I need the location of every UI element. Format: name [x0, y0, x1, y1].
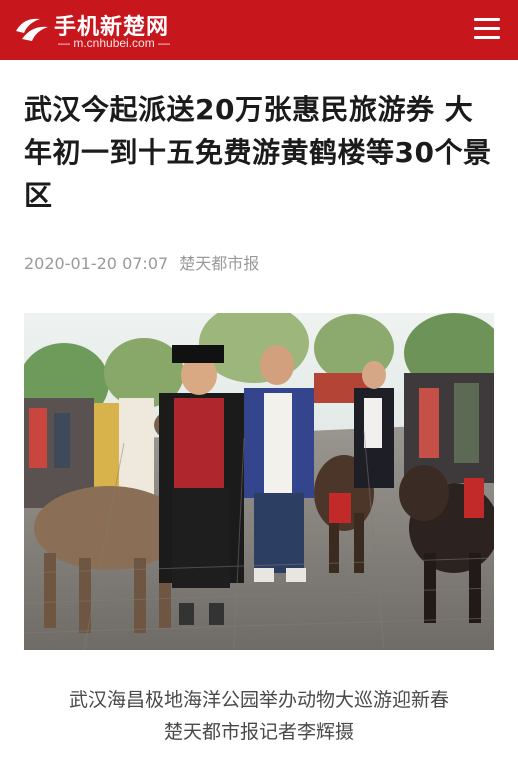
article-meta: 2020-01-20 07:07 楚天都市报 — [24, 250, 265, 274]
article-photo[interactable] — [24, 313, 494, 650]
caption-line-2: 楚天都市报记者李辉摄 — [163, 721, 354, 743]
top-bar: 手机新楚网 — m.cnhubei.com — — [0, 0, 518, 60]
cnhubei-logo-icon — [16, 18, 48, 41]
site-logo[interactable]: 手机新楚网 — m.cnhubei.com — — [14, 7, 214, 53]
site-domain: — m.cnhubei.com — — [58, 36, 171, 50]
article-source: 楚天都市报 — [179, 254, 260, 273]
caption-line-1: 武汉海昌极地海洋公园举办动物大巡游迎新春 — [68, 689, 449, 711]
photo-caption: 武汉海昌极地海洋公园举办动物大巡游迎新春 楚天都市报记者李辉摄 — [0, 684, 518, 748]
article-title: 武汉今起派送20万张惠民旅游券 大年初一到十五免费游黄鹤楼等30个景区 — [24, 93, 492, 212]
site-domain-text: m.cnhubei.com — [73, 36, 155, 50]
hamburger-menu-icon[interactable] — [474, 18, 500, 40]
parade-photo-illustration — [24, 313, 494, 650]
article-timestamp: 2020-01-20 07:07 — [24, 254, 169, 273]
